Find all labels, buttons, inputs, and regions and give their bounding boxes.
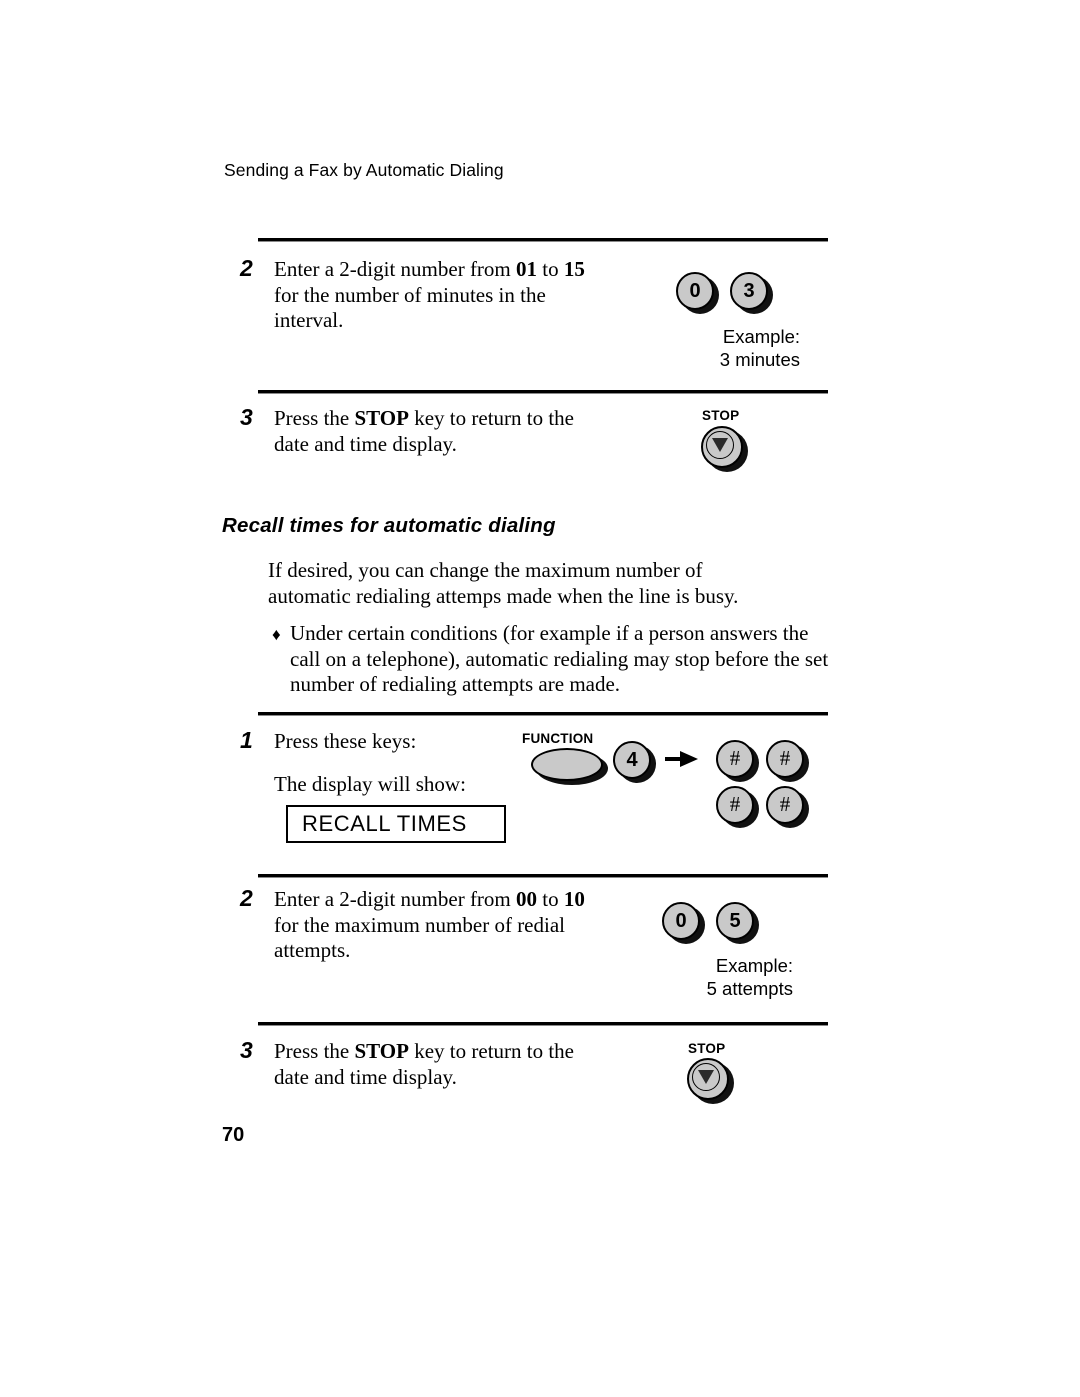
step-text-run: for the number of minutes in the interva…: [274, 282, 546, 333]
key-label: 0: [662, 902, 700, 940]
step-number: 1: [240, 727, 253, 753]
running-header: Sending a Fax by Automatic Dialing: [224, 160, 504, 180]
step-text-bold: 01: [516, 257, 538, 281]
intro-paragraph: If desired, you can change the maximum n…: [268, 558, 739, 608]
key-label: 0: [676, 272, 714, 310]
key-3[interactable]: 3: [730, 272, 773, 314]
step-number: 3: [240, 1037, 253, 1063]
section-divider-3: [258, 712, 828, 716]
step-text-run: to: [537, 257, 564, 281]
step-text: Press the STOP key to return to the date…: [274, 1039, 604, 1090]
key-label: #: [766, 740, 804, 778]
lcd-display-box: RECALL TIMES: [286, 805, 506, 843]
section-heading: Recall times for automatic dialing: [222, 514, 556, 537]
step-text-run: Enter a 2-digit number from: [274, 887, 517, 911]
page-number: 70: [222, 1124, 245, 1146]
step-text-bold: STOP: [354, 1039, 409, 1063]
section-divider-1: [258, 238, 828, 242]
key-face: [531, 748, 603, 781]
step-text-run: to: [537, 887, 564, 911]
step-text-run: Enter a 2-digit number from: [274, 257, 517, 281]
key-hash-3[interactable]: #: [716, 786, 759, 828]
key-label: #: [766, 786, 804, 824]
section-divider-4: [258, 874, 828, 878]
key-0[interactable]: 0: [676, 272, 719, 314]
step-text-bold: 00: [516, 887, 538, 911]
stop-key-caption: STOP: [688, 1041, 726, 1056]
arrow-right-icon: [665, 750, 699, 768]
display-will-show-label: The display will show:: [274, 772, 466, 796]
step-text: Enter a 2-digit number from 01 to 15 for…: [274, 257, 604, 334]
step-text-bold: 15: [563, 257, 585, 281]
key-hash-2[interactable]: #: [766, 740, 809, 782]
manual-page: Sending a Fax by Automatic Dialing 2 Ent…: [0, 0, 1080, 1397]
key-5[interactable]: 5: [716, 902, 759, 944]
key-label: #: [716, 786, 754, 824]
stop-triangle-icon: [712, 438, 728, 452]
stop-triangle-icon: [698, 1070, 714, 1084]
key-0[interactable]: 0: [662, 902, 705, 944]
diamond-bullet-icon: ♦: [272, 625, 281, 644]
function-key-caption: FUNCTION: [522, 731, 594, 746]
section-divider-2: [258, 390, 828, 394]
step-text: Press these keys:: [274, 729, 417, 753]
step-text: Press the STOP key to return to the date…: [274, 406, 604, 457]
step-text-run: for the maximum number of redial attempt…: [274, 912, 565, 963]
key-label: 4: [613, 741, 651, 779]
example-caption-minutes: Example: 3 minutes: [719, 326, 800, 370]
key-hash-1[interactable]: #: [716, 740, 759, 782]
step-number: 3: [240, 404, 253, 430]
key-label: 3: [730, 272, 768, 310]
step-text-run: Press the: [274, 406, 355, 430]
step-text: Enter a 2-digit number from 00 to 10 for…: [274, 887, 604, 964]
step-text-bold: 10: [563, 887, 585, 911]
stop-key-caption: STOP: [702, 408, 740, 423]
step-number: 2: [240, 255, 253, 281]
function-key[interactable]: [531, 748, 608, 785]
step-text-bold: STOP: [354, 406, 409, 430]
example-caption-attempts: Example: 5 attempts: [706, 955, 793, 999]
key-hash-4[interactable]: #: [766, 786, 809, 828]
note-bullet-text: Under certain conditions (for example if…: [290, 621, 829, 696]
key-label: 5: [716, 902, 754, 940]
section-divider-5: [258, 1022, 828, 1026]
stop-key[interactable]: [701, 426, 748, 472]
stop-key[interactable]: [687, 1058, 734, 1104]
step-text-run: Press the: [274, 1039, 355, 1063]
key-label: #: [716, 740, 754, 778]
step-number: 2: [240, 885, 253, 911]
key-4[interactable]: 4: [613, 741, 656, 783]
